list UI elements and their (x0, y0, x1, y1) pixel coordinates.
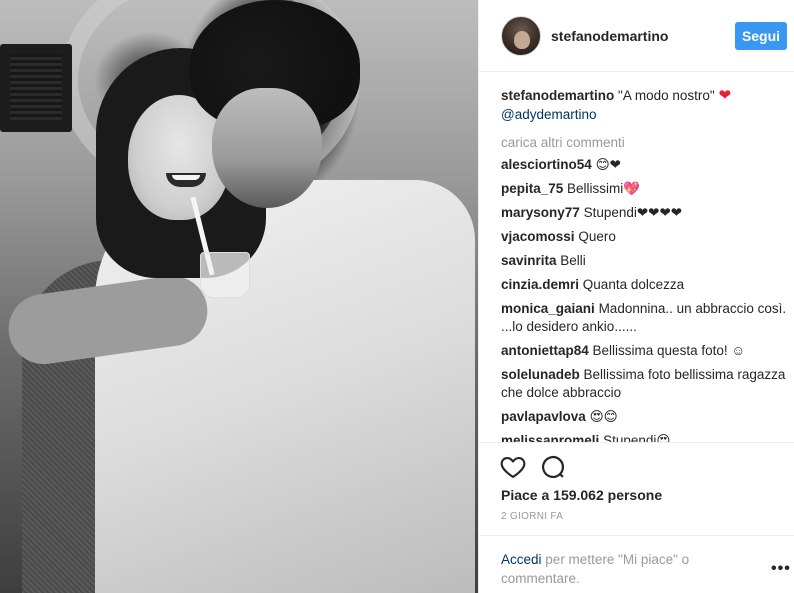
post-timestamp: 2 GIORNI FA (501, 511, 564, 522)
avatar[interactable] (501, 16, 541, 56)
caption-username[interactable]: stefanodemartino (501, 88, 614, 103)
comment-username[interactable]: monica_gaiani (501, 301, 595, 316)
login-prompt: Accedi per mettere "Mi piace" o commenta… (501, 550, 731, 588)
comment-text: Quanta dolcezza (582, 277, 685, 292)
comment-text: Stupendi❤❤❤❤ (583, 205, 683, 220)
comment-username[interactable]: cinzia.demri (501, 277, 579, 292)
comment-text: Bellissima questa foto! ☺ (592, 343, 746, 358)
comment-username[interactable]: melissanromeli (501, 433, 599, 442)
post-side-panel: stefanodemartino Segui stefanodemartino … (478, 0, 794, 593)
comment-text: Stupendi😍 (603, 433, 671, 442)
comments-section[interactable]: stefanodemartino "A modo nostro" ❤ @adyd… (501, 86, 789, 442)
comment-username[interactable]: antoniettap84 (501, 343, 589, 358)
comment-username[interactable]: vjacomossi (501, 229, 575, 244)
comment-item: cinzia.demri Quanta dolcezza (501, 276, 789, 294)
post-photo (0, 0, 478, 593)
comment-text: Quero (578, 229, 616, 244)
comment-text: Bellissimi💖 (567, 181, 641, 196)
caption-mention[interactable]: @adydemartino (501, 107, 597, 122)
likes-count[interactable]: Piace a 159.062 persone (501, 487, 662, 503)
follow-button[interactable]: Segui (735, 22, 787, 50)
comment-username[interactable]: solelunadeb (501, 367, 580, 382)
photo-glass (200, 252, 250, 298)
heart-outline-icon[interactable] (499, 453, 527, 481)
comment-item: monica_gaiani Madonnina.. un abbraccio c… (501, 300, 789, 336)
photo-speaker (0, 44, 72, 132)
comment-text: Belli (560, 253, 586, 268)
comment-bubble-icon[interactable] (539, 453, 567, 481)
comment-username[interactable]: savinrita (501, 253, 557, 268)
comment-item: solelunadeb Bellissima foto bellissima r… (501, 366, 789, 402)
post-actions: Piace a 159.062 persone 2 GIORNI FA Acce… (479, 442, 794, 593)
comment-list: alesciortino54 😊❤ pepita_75 Bellissimi💖 … (501, 156, 789, 442)
login-link[interactable]: Accedi (501, 552, 542, 567)
post-caption: stefanodemartino "A modo nostro" ❤ @adyd… (501, 86, 789, 124)
comment-login-area: Accedi per mettere "Mi piace" o commenta… (479, 535, 794, 593)
comment-text: 😊❤ (595, 157, 621, 172)
comment-item: pavlapavlova 😍😊 (501, 408, 789, 426)
comment-item: savinrita Belli (501, 252, 789, 270)
comment-item: pepita_75 Bellissimi💖 (501, 180, 789, 198)
comment-username[interactable]: alesciortino54 (501, 157, 592, 172)
more-options-icon[interactable]: ••• (771, 560, 791, 578)
comment-item: marysony77 Stupendi❤❤❤❤ (501, 204, 789, 222)
comment-item: alesciortino54 😊❤ (501, 156, 789, 174)
comment-username[interactable]: pavlapavlova (501, 409, 586, 424)
comment-item: vjacomossi Quero (501, 228, 789, 246)
comment-username[interactable]: pepita_75 (501, 181, 563, 196)
caption-heart: ❤ (718, 87, 732, 104)
comment-text: 😍😊 (589, 409, 618, 424)
comment-item: melissanromeli Stupendi😍 (501, 432, 789, 442)
load-more-comments-link[interactable]: carica altri commenti (501, 134, 789, 152)
comment-item: antoniettap84 Bellissima questa foto! ☺ (501, 342, 789, 360)
comment-username[interactable]: marysony77 (501, 205, 580, 220)
caption-text: "A modo nostro" (618, 88, 715, 103)
post-header: stefanodemartino Segui (479, 0, 794, 72)
photo-man-face (212, 88, 322, 208)
header-username[interactable]: stefanodemartino (551, 28, 668, 44)
